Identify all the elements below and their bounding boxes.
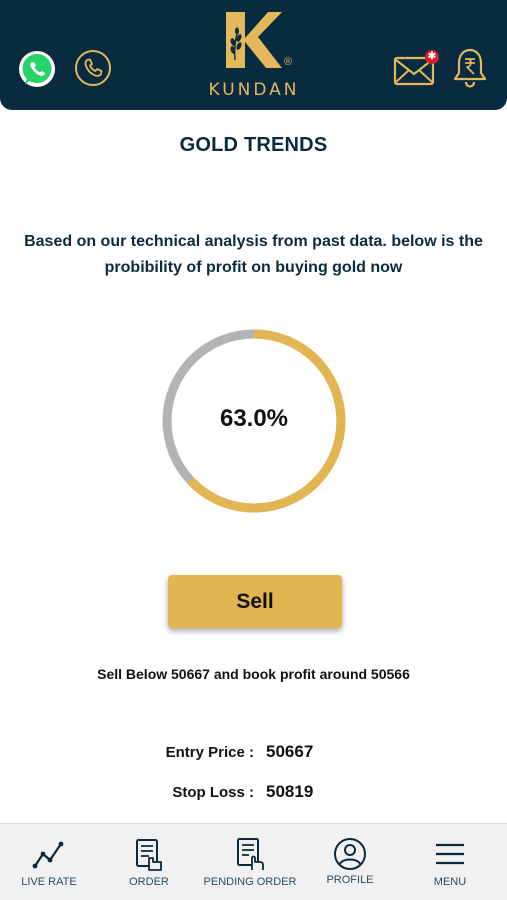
stop-loss-label: Stop Loss : — [172, 784, 254, 801]
order-clipboard-icon — [136, 839, 162, 871]
stop-loss-value: 50819 — [266, 782, 314, 801]
nav-menu[interactable]: MENU — [400, 824, 500, 900]
profile-icon — [334, 838, 366, 870]
logo-k-mark — [226, 12, 282, 68]
entry-price-row: Entry Price : 50667 — [0, 742, 507, 766]
nav-pending-order[interactable]: PENDING ORDER — [200, 824, 300, 900]
phone-icon[interactable] — [74, 49, 112, 87]
nav-label: ORDER — [129, 876, 169, 888]
whatsapp-icon[interactable] — [18, 50, 56, 88]
bottom-navigation: LIVE RATE ORDER PENDING ORDER PROFILE ME… — [0, 823, 507, 900]
nav-order[interactable]: ORDER — [100, 824, 198, 900]
nav-live-rate[interactable]: LIVE RATE — [0, 824, 98, 900]
app-header: ® KUNDAN ✱ — [0, 0, 507, 110]
nav-label: MENU — [433, 876, 467, 888]
entry-price-label: Entry Price : — [165, 744, 254, 761]
nav-label: LIVE RATE — [21, 876, 77, 888]
page-title: GOLD TRENDS — [179, 134, 328, 156]
registered-mark: ® — [284, 56, 293, 68]
chart-line-icon — [32, 841, 64, 869]
trade-advice: Sell Below 50667 and book profit around … — [97, 666, 410, 682]
pending-order-icon — [237, 838, 264, 870]
entry-price-value: 50667 — [266, 742, 314, 761]
analysis-description: Based on our technical analysis from pas… — [24, 233, 483, 276]
rupee-bell-icon[interactable] — [452, 47, 488, 89]
nav-profile[interactable]: PROFILE — [302, 824, 398, 900]
nav-label: PROFILE — [326, 874, 374, 886]
nav-label: PENDING ORDER — [203, 876, 297, 888]
notification-badge: ✱ — [425, 50, 439, 64]
sell-button[interactable]: Sell — [168, 575, 342, 628]
kundan-logo: ® KUNDAN — [196, 12, 312, 104]
menu-icon — [436, 843, 464, 865]
brand-name: KUNDAN — [208, 80, 300, 100]
stop-loss-row: Stop Loss : 50819 — [0, 782, 507, 806]
gauge-value: 63.0% — [219, 405, 289, 432]
